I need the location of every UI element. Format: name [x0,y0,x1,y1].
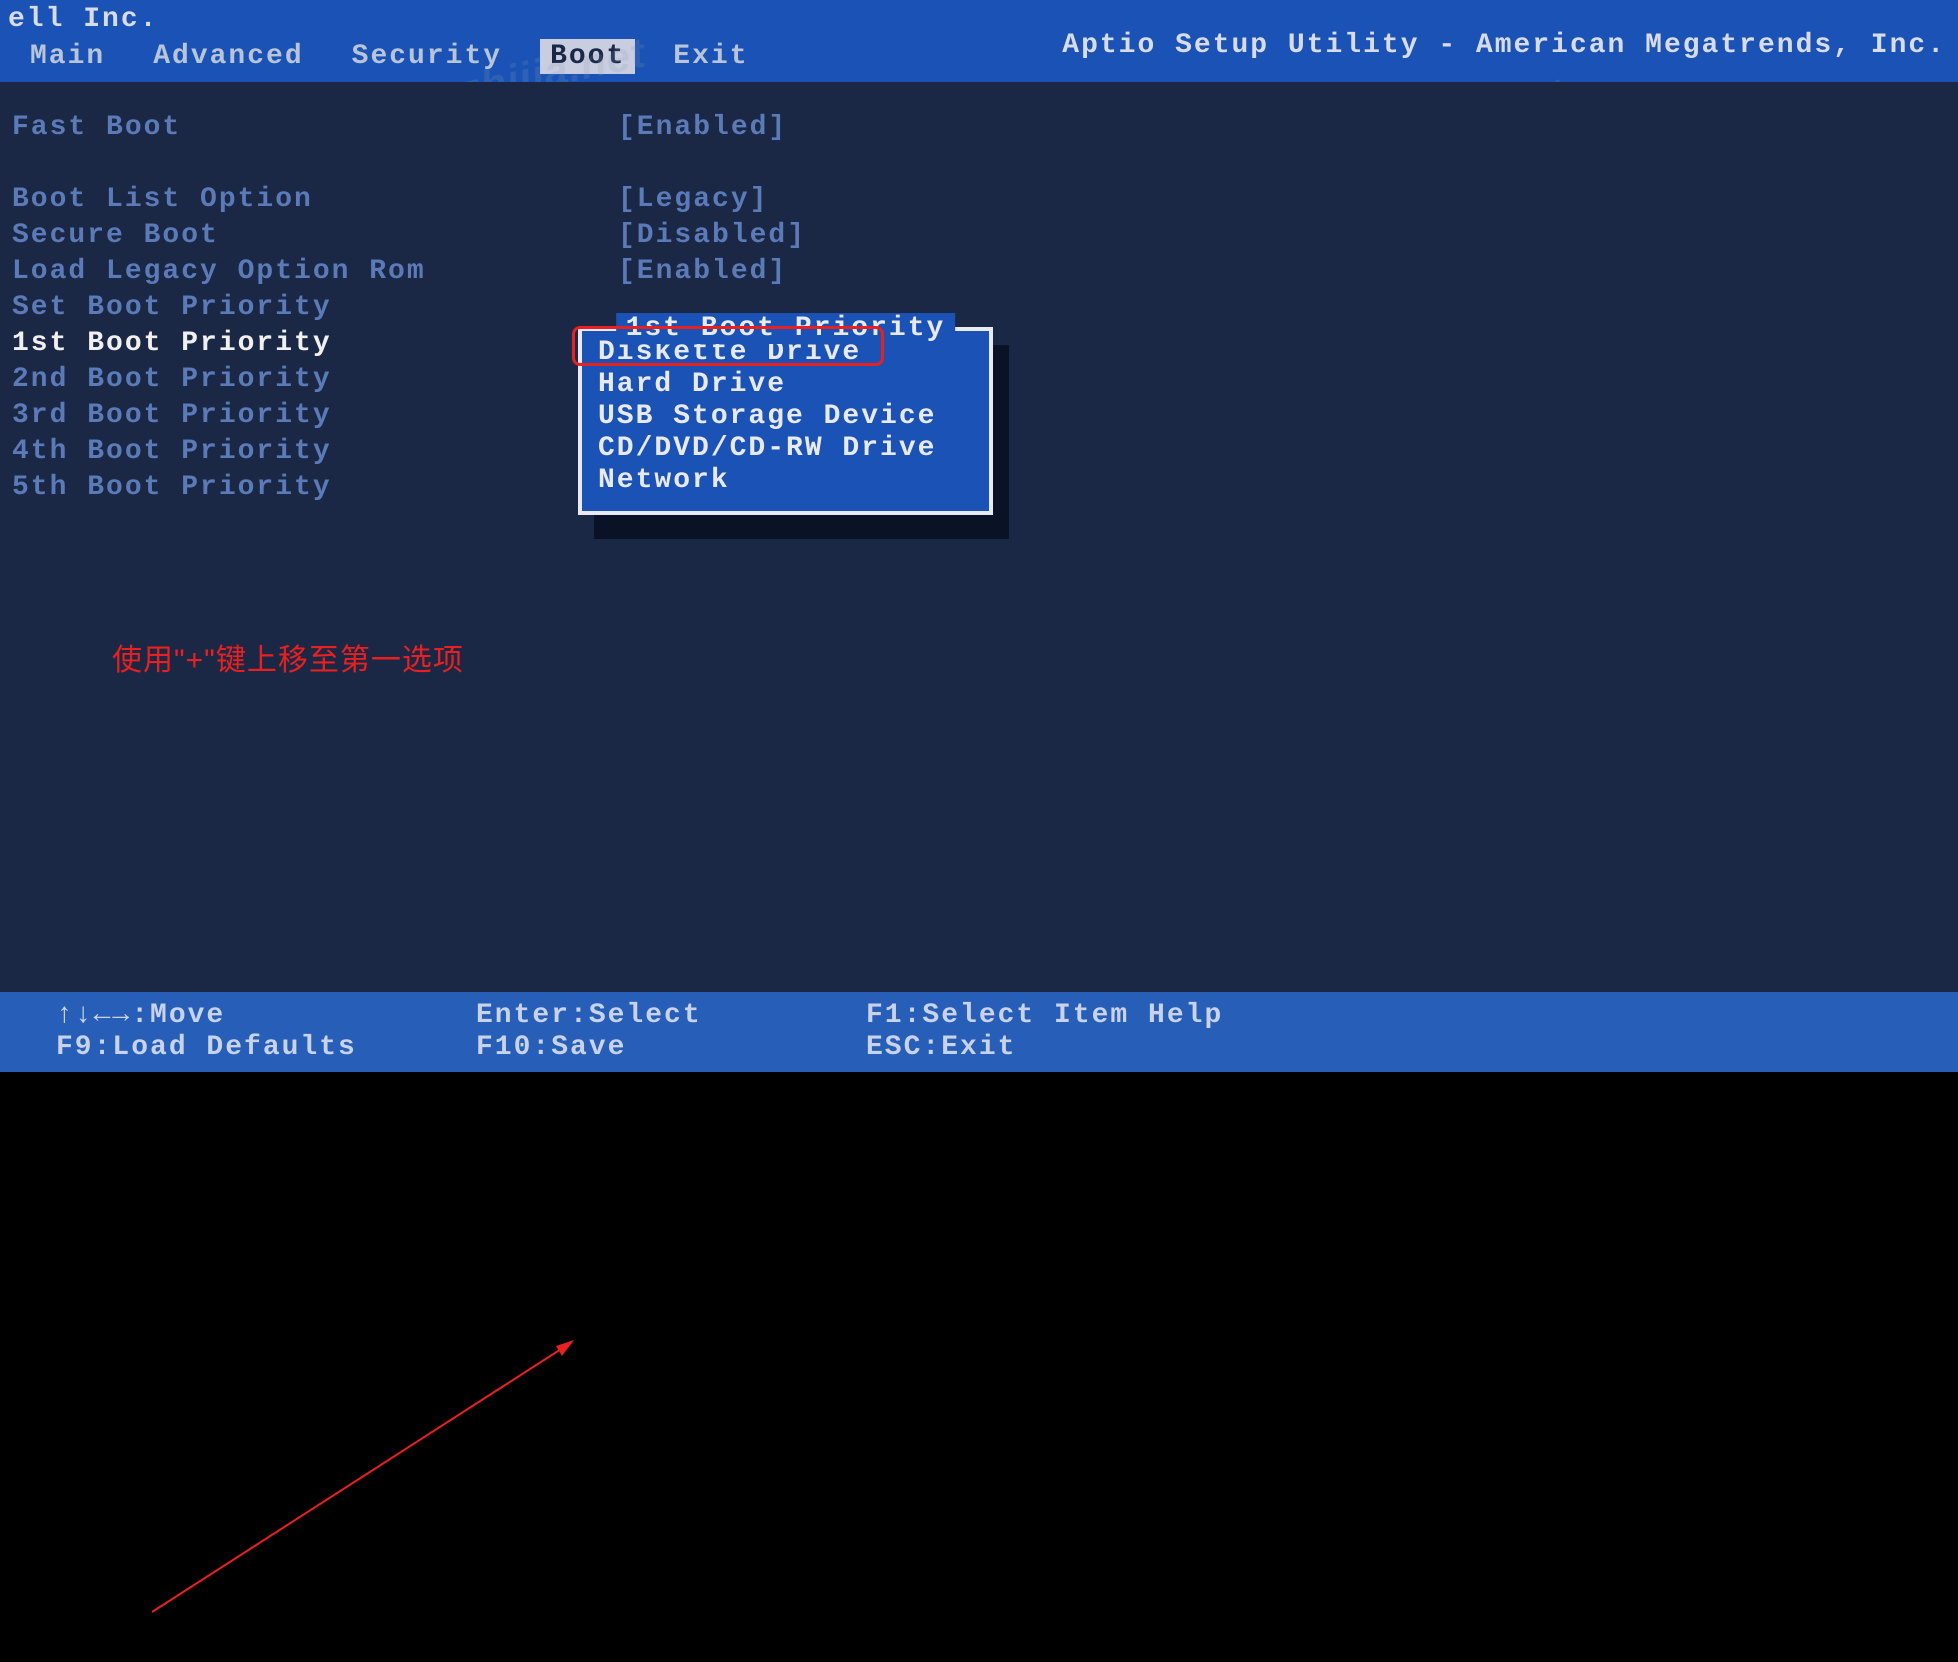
hint-enter: Enter:Select [476,1000,866,1032]
hint-f10: F10:Save [476,1032,866,1064]
popup-item-network[interactable]: Network [582,465,989,497]
option-value: [Legacy] [618,182,768,218]
option-set-priority[interactable]: Set Boot Priority [8,290,1950,326]
option-label: Secure Boot [8,218,618,254]
bios-screen: 系统之家原创www.xitongzhijia.net 系统之家原创www.xit… [0,0,1958,1072]
tab-security[interactable]: Security [342,39,512,74]
popup-title: 1st Boot Priority [616,313,956,344]
option-value: [Enabled] [618,254,787,290]
footer-bar: ↑↓←→:Move Enter:Select F1:Select Item He… [0,992,1958,1072]
header-bar: ell Inc. Aptio Setup Utility - American … [0,0,1958,82]
hint-esc: ESC:Exit [866,1032,1016,1064]
option-secure-boot[interactable]: Secure Boot [Disabled] [8,218,1950,254]
tab-main[interactable]: Main [20,39,115,74]
utility-title: Aptio Setup Utility - American Megatrend… [1062,30,1946,61]
content-area: Fast Boot [Enabled] Boot List Option [Le… [0,82,1958,982]
tab-boot[interactable]: Boot [540,39,635,74]
annotation-text: 使用"+"键上移至第一选项 [112,635,464,679]
popup-item-usb[interactable]: USB Storage Device [582,401,989,433]
option-label: Set Boot Priority [8,290,618,326]
option-label: 2nd Boot Priority [8,362,618,398]
option-label: Load Legacy Option Rom [8,254,618,290]
popup-item-hard-drive[interactable]: Hard Drive [582,369,989,401]
tab-exit[interactable]: Exit [663,39,758,74]
boot-priority-popup: 1st Boot Priority Diskette Drive Hard Dr… [578,327,993,515]
popup-item-cd[interactable]: CD/DVD/CD-RW Drive [582,433,989,465]
hint-f9: F9:Load Defaults [56,1032,476,1064]
option-label: Fast Boot [8,110,618,146]
option-label: 4th Boot Priority [8,434,618,470]
option-label: 5th Boot Priority [8,470,618,506]
option-boot-list[interactable]: Boot List Option [Legacy] [8,182,1950,218]
option-label: 1st Boot Priority [8,326,618,362]
option-value: [Enabled] [618,110,787,146]
option-load-legacy[interactable]: Load Legacy Option Rom [Enabled] [8,254,1950,290]
tab-advanced[interactable]: Advanced [143,39,313,74]
option-fast-boot[interactable]: Fast Boot [Enabled] [8,110,1950,146]
option-value: [Disabled] [618,218,806,254]
option-label: Boot List Option [8,182,618,218]
option-label: 3rd Boot Priority [8,398,618,434]
hint-f1: F1:Select Item Help [866,1000,1223,1032]
hint-move: ↑↓←→:Move [56,1000,476,1032]
